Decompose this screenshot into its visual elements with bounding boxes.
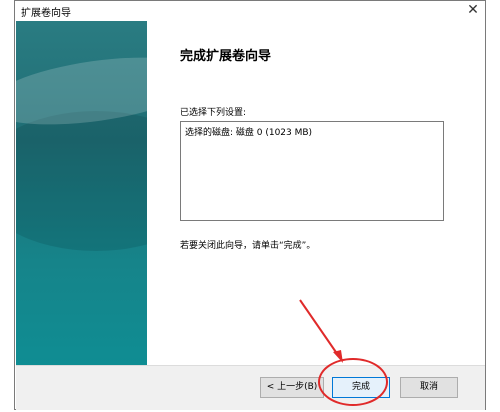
settings-label: 已选择下列设置: bbox=[180, 108, 247, 118]
close-icon[interactable]: ✕ bbox=[463, 1, 483, 21]
wizard-content: 完成扩展卷向导 已选择下列设置: 选择的磁盘: 磁盘 0 (1023 MB) 若… bbox=[147, 21, 485, 365]
selected-disk-text: 选择的磁盘: 磁盘 0 (1023 MB) bbox=[185, 128, 313, 138]
instruction-text: 若要关闭此向导，请单击“完成”。 bbox=[180, 241, 316, 251]
button-bar: < 上一步(B) 完成 取消 bbox=[16, 365, 485, 410]
sidebar-decoration bbox=[16, 111, 147, 251]
page-title: 完成扩展卷向导 bbox=[180, 49, 272, 64]
finish-button[interactable]: 完成 bbox=[332, 377, 390, 398]
wizard-sidebar-banner bbox=[16, 21, 147, 365]
window-title: 扩展卷向导 bbox=[21, 8, 71, 19]
title-bar: 扩展卷向导 ✕ bbox=[15, 1, 485, 21]
cancel-button[interactable]: 取消 bbox=[400, 377, 458, 398]
settings-summary-box[interactable]: 选择的磁盘: 磁盘 0 (1023 MB) bbox=[180, 121, 444, 221]
wizard-window: 扩展卷向导 ✕ 完成扩展卷向导 已选择下列设置: 选择的磁盘: 磁盘 0 (10… bbox=[14, 0, 486, 410]
back-button[interactable]: < 上一步(B) bbox=[260, 377, 324, 398]
